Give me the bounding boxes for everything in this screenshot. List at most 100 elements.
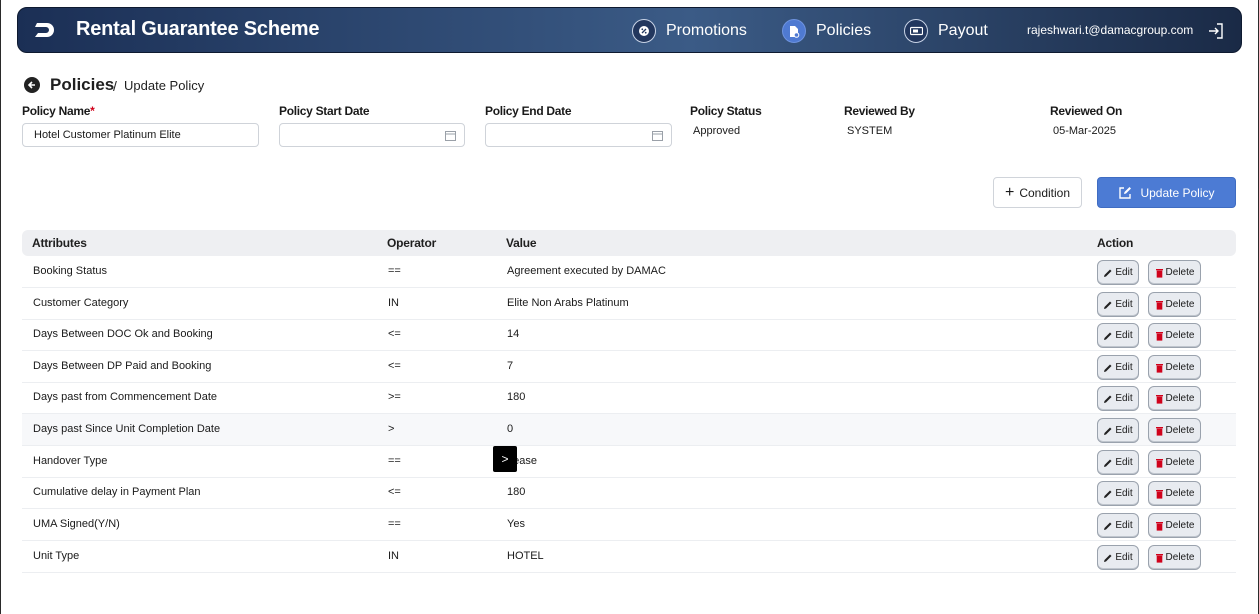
edit-button[interactable]: Edit (1097, 545, 1139, 570)
delete-button[interactable]: Delete (1148, 386, 1201, 411)
end-date-input[interactable] (485, 123, 672, 147)
breadcrumb-policies[interactable]: Policies (50, 75, 114, 95)
trash-icon (1155, 363, 1163, 373)
operator-cell: == (388, 265, 401, 277)
logout-icon[interactable] (1207, 22, 1225, 40)
attribute-cell: Booking Status (33, 265, 107, 277)
add-condition-button[interactable]: + Condition (993, 177, 1082, 208)
table-row: Days past Since Unit Completion Date >0 Ed… (22, 414, 1236, 446)
edit-label: Edit (1115, 299, 1133, 310)
delete-label: Delete (1165, 552, 1195, 563)
damac-logo-icon (35, 23, 54, 37)
pencil-icon (1104, 364, 1112, 372)
value-cell: 0 (507, 423, 514, 435)
document-icon (782, 19, 806, 43)
reviewed-by-value: SYSTEM (847, 125, 893, 137)
value-cell: 14 (507, 328, 520, 340)
trash-icon (1155, 521, 1163, 531)
delete-button[interactable]: Delete (1148, 450, 1201, 475)
delete-button[interactable]: Delete (1148, 292, 1201, 317)
attribute-cell: Days past Since Unit Completion Date (33, 423, 221, 435)
back-arrow-icon[interactable] (24, 77, 40, 93)
table-row: Cumulative delay in Payment Plan <= 180 Edi… (22, 477, 1236, 509)
value-cell: 180 (507, 391, 526, 403)
start-date-label: Policy Start Date (279, 104, 370, 118)
table-row: Booking Status == Agreement executed by DA… (22, 256, 1236, 288)
start-date-input[interactable] (279, 123, 465, 147)
attribute-cell: Days Between DP Paid and Booking (33, 360, 212, 372)
edit-button[interactable]: Edit (1097, 513, 1139, 538)
edit-button[interactable]: Edit (1097, 260, 1139, 285)
edit-button[interactable]: Edit (1097, 292, 1139, 317)
nav-promotions[interactable]: Promotions (632, 17, 747, 45)
attribute-cell: Cumulative delay in Payment Plan (33, 486, 201, 498)
reviewed-on-label: Reviewed On (1050, 104, 1123, 118)
operator-cell: <= (388, 360, 401, 372)
edit-button[interactable]: Edit (1097, 418, 1139, 443)
policy-name-label: Policy Name* (22, 104, 95, 118)
edit-label: Edit (1115, 425, 1133, 436)
delete-button[interactable]: Delete (1148, 260, 1201, 285)
attribute-cell: Days Between DOC Ok and Booking (33, 328, 213, 340)
calendar-icon[interactable] (445, 130, 456, 141)
delete-button[interactable]: Delete (1148, 481, 1201, 506)
header-attributes: Attributes (32, 236, 87, 250)
delete-button[interactable]: Delete (1148, 323, 1201, 348)
update-policy-button[interactable]: Update Policy (1097, 177, 1236, 208)
delete-label: Delete (1165, 457, 1195, 468)
value-cell: HOTEL (507, 550, 544, 562)
policy-name-input[interactable]: Hotel Customer Platinum Elite (22, 123, 259, 147)
pencil-icon (1104, 490, 1112, 498)
nav-payout-label: Payout (938, 22, 988, 39)
table-row: UMA Signed(Y/N) == Yes Edit Delete (22, 509, 1236, 541)
table-row: Days Between DP Paid and Booking <= 7 Edit D… (22, 351, 1236, 383)
trash-icon (1155, 553, 1163, 563)
attribute-cell: Handover Type (33, 455, 108, 467)
table-row: Days Between DOC Ok and Booking <= 14 Edit D… (22, 319, 1236, 351)
edit-button[interactable]: Edit (1097, 355, 1139, 380)
delete-button[interactable]: Delete (1148, 545, 1201, 570)
breadcrumb-current: Update Policy (124, 78, 205, 93)
operator-cell: <= (388, 486, 401, 498)
trash-icon (1155, 394, 1163, 404)
breadcrumb-separator: / (113, 78, 117, 94)
pencil-icon (1104, 459, 1112, 467)
delete-label: Delete (1165, 330, 1195, 341)
edit-button[interactable]: Edit (1097, 481, 1139, 506)
operator-cell: >= (388, 391, 401, 403)
pencil-icon (1104, 332, 1112, 340)
table-row: Handover Type == Lease Edit Delete (22, 446, 1236, 478)
delete-label: Delete (1165, 393, 1195, 404)
edit-label: Edit (1115, 362, 1133, 373)
calendar-icon[interactable] (652, 130, 663, 141)
edit-label: Edit (1115, 267, 1133, 278)
nav-policies-label: Policies (816, 22, 872, 39)
nav-payout[interactable]: Payout (904, 17, 988, 45)
add-condition-label: Condition (1019, 185, 1071, 200)
table-row: Unit Type IN HOTEL Edit Delete (22, 541, 1236, 573)
edit-square-icon (1119, 186, 1132, 199)
value-cell: 7 (507, 360, 514, 372)
app-title: Rental Guarantee Scheme (76, 18, 320, 40)
header-action: Action (1097, 236, 1134, 250)
edit-button[interactable]: Edit (1097, 450, 1139, 475)
operator-cell: == (388, 455, 401, 467)
user-email: rajeshwari.t@damacgroup.com (1027, 23, 1194, 37)
delete-button[interactable]: Delete (1148, 513, 1201, 538)
edit-button[interactable]: Edit (1097, 386, 1139, 411)
nav-policies[interactable]: Policies (782, 17, 871, 45)
edit-button[interactable]: Edit (1097, 323, 1139, 348)
trash-icon (1155, 331, 1163, 341)
delete-label: Delete (1165, 520, 1195, 531)
delete-button[interactable]: Delete (1148, 418, 1201, 443)
pencil-icon (1104, 554, 1112, 562)
attribute-cell: UMA Signed(Y/N) (33, 518, 120, 530)
value-cell: Elite Non Arabs Platinum (507, 297, 629, 309)
operator-cell: == (388, 518, 401, 530)
attribute-cell: Customer Category (33, 297, 129, 309)
attribute-cell: Unit Type (33, 550, 80, 562)
trash-icon (1155, 268, 1163, 278)
operator-cell: > (388, 423, 395, 435)
delete-label: Delete (1165, 299, 1195, 310)
delete-button[interactable]: Delete (1148, 355, 1201, 380)
